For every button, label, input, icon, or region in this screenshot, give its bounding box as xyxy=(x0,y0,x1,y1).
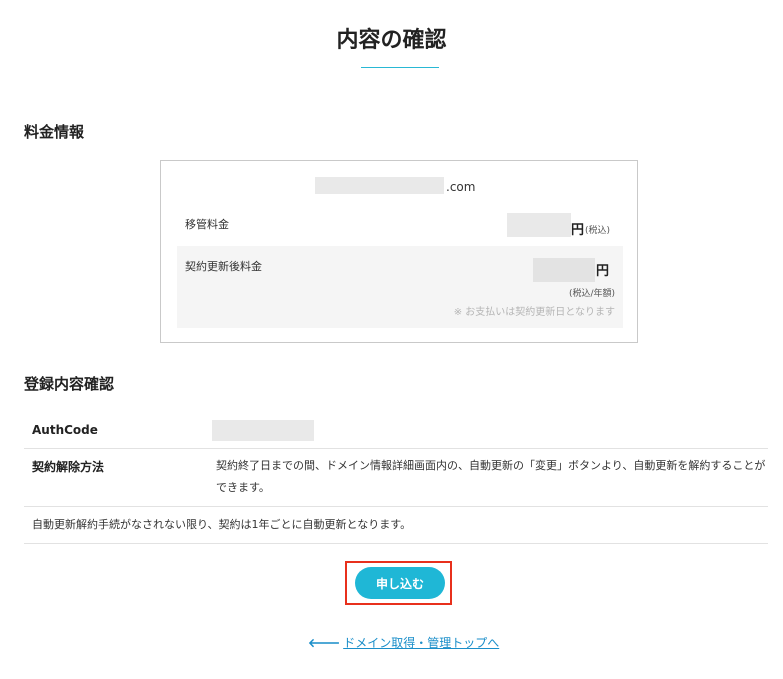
pricing-box: .com 移管料金 円 (税込) 契約更新後料金 円 (税込/年額) ※ お支払… xyxy=(160,160,638,343)
masked-authcode xyxy=(212,420,314,441)
payment-note: ※ お支払いは契約更新日となります xyxy=(453,307,615,318)
pricing-heading: 料金情報 xyxy=(24,123,85,141)
renewal-fee-period-note: (税込/年額) xyxy=(568,289,615,299)
back-link-label: ドメイン取得・管理トップへ xyxy=(343,636,500,650)
authcode-label: AuthCode xyxy=(32,423,98,437)
authcode-row: AuthCode xyxy=(24,408,768,449)
apply-button[interactable]: 申し込む xyxy=(355,567,445,599)
masked-transfer-fee xyxy=(507,213,571,237)
auto-renew-notice: 自動更新解約手続がなされない限り、契約は1年ごとに自動更新となります。 xyxy=(32,518,412,531)
domain-suffix: .com xyxy=(446,180,476,194)
cancel-method-row: 契約解除方法 契約終了日までの間、ドメイン情報詳細画面内の、自動更新の「変更」ボ… xyxy=(24,449,768,507)
renewal-fee-label: 契約更新後料金 xyxy=(185,260,262,273)
renewal-fee-block: 契約更新後料金 円 (税込/年額) ※ お支払いは契約更新日となります xyxy=(177,246,623,328)
back-to-domain-top-link[interactable]: 🡐 ドメイン取得・管理トップへ xyxy=(308,634,499,651)
registration-heading: 登録内容確認 xyxy=(24,375,115,393)
transfer-fee-unit: 円 xyxy=(571,223,585,238)
cancel-method-label: 契約解除方法 xyxy=(32,460,105,474)
renewal-fee-unit: 円 xyxy=(596,264,610,279)
auto-renew-notice-row: 自動更新解約手続がなされない限り、契約は1年ごとに自動更新となります。 xyxy=(24,507,768,544)
title-underline xyxy=(361,67,439,68)
masked-domain-name xyxy=(315,177,444,194)
transfer-fee-tax-note: (税込) xyxy=(585,226,611,236)
masked-renewal-fee xyxy=(533,258,595,282)
transfer-fee-label: 移管料金 xyxy=(185,218,229,231)
arrow-left-icon: 🡐 xyxy=(308,636,341,650)
cancel-method-text: 契約終了日までの間、ドメイン情報詳細画面内の、自動更新の「変更」ボタンより、自動… xyxy=(216,459,766,494)
page-title: 内容の確認 xyxy=(336,28,447,53)
